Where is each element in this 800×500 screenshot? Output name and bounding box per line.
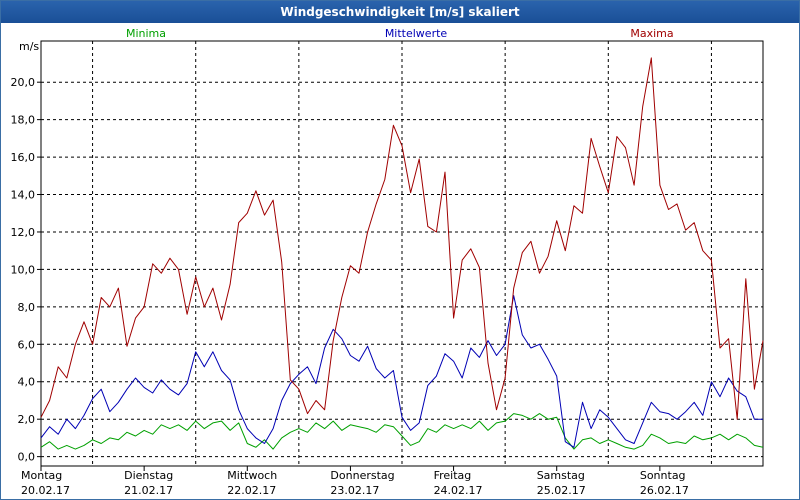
y-tick-label: 2,0 (18, 413, 36, 426)
x-tick-day-label: Montag (21, 469, 62, 482)
x-tick-date-label: 24.02.17 (434, 484, 483, 497)
x-tick-date-label: 26.02.17 (640, 484, 689, 497)
wind-speed-chart: 0,02,04,06,08,010,012,014,016,018,020,0 … (1, 23, 799, 499)
x-tick-day-label: Donnerstag (330, 469, 394, 482)
legend-minima: Minima (126, 27, 166, 40)
x-tick-date-label: 25.02.17 (537, 484, 586, 497)
y-tick-label: 16,0 (11, 151, 36, 164)
legend-mittelwerte: Mittelwerte (385, 27, 448, 40)
x-tick-date-label: 20.02.17 (21, 484, 70, 497)
x-tick-day-label: Samstag (537, 469, 585, 482)
x-tick-day-label: Sonntag (640, 469, 686, 482)
y-tick-label: 4,0 (18, 376, 36, 389)
window-title: Windgeschwindigkeit [m/s] skaliert (1, 1, 799, 23)
y-tick-label: 8,0 (18, 301, 36, 314)
chart-background (1, 23, 799, 499)
x-tick-date-label: 22.02.17 (227, 484, 276, 497)
y-tick-label: 0,0 (18, 451, 36, 464)
legend-maxima: Maxima (630, 27, 673, 40)
chart-window: Windgeschwindigkeit [m/s] skaliert 0,0 2,… (0, 0, 800, 500)
y-tick-label: 20,0 (11, 76, 36, 89)
x-tick-date-label: 23.02.17 (330, 484, 379, 497)
y-axis-unit-label: m/s (19, 40, 39, 53)
y-tick-label: 10,0 (11, 263, 36, 276)
x-tick-day-label: Dienstag (124, 469, 173, 482)
y-tick-label: 18,0 (11, 114, 36, 127)
y-tick-label: 14,0 (11, 189, 36, 202)
x-tick-date-label: 21.02.17 (124, 484, 173, 497)
x-tick-day-label: Freitag (434, 469, 472, 482)
x-tick-day-label: Mittwoch (227, 469, 277, 482)
y-tick-label: 12,0 (11, 226, 36, 239)
y-tick-label: 6,0 (18, 338, 36, 351)
